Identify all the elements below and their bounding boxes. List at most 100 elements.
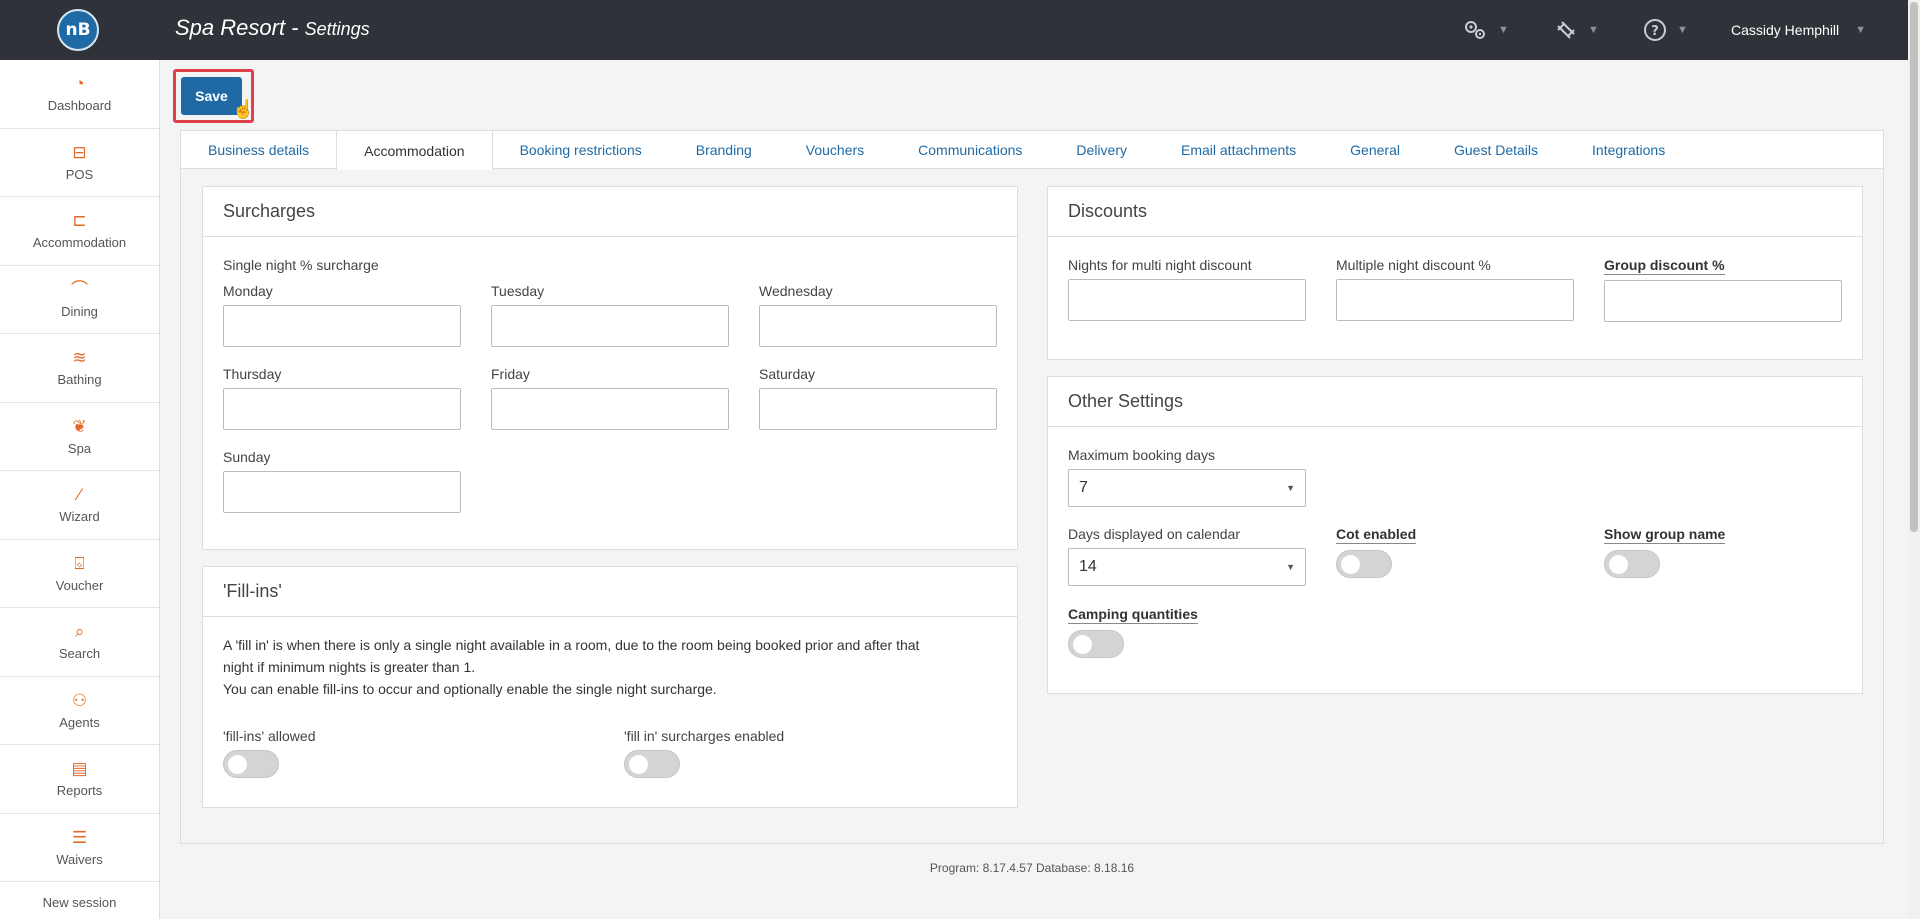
single-night-surcharge-label: Single night % surcharge [223,257,379,273]
sidebar-item-dashboard[interactable]: ◔ Dashboard [0,60,159,129]
tab-branding[interactable]: Branding [669,131,779,169]
show-group-name-label: Show group name [1604,526,1726,544]
other-settings-title: Other Settings [1048,377,1862,427]
sidebar-item-agents[interactable]: ⚇ Agents [0,677,159,745]
fillins-text-line: night if minimum nights is greater than … [223,659,476,675]
plugins-menu[interactable]: ▼ [1554,18,1599,42]
new-session-link[interactable]: New session [0,882,159,919]
agents-icon: ⚇ [71,690,88,710]
sunday-surcharge-input[interactable] [223,471,461,513]
sidebar-item-spa[interactable]: ❦ Spa [0,403,159,471]
gears-icon [1465,21,1485,39]
saturday-surcharge-input[interactable] [759,388,997,430]
sidebar-item-label: Wizard [59,509,100,525]
tuesday-label: Tuesday [491,283,545,299]
multi-night-discount-input[interactable] [1336,279,1574,321]
sidebar-item-waivers[interactable]: ☰ Waivers [0,814,159,882]
tab-integrations[interactable]: Integrations [1565,131,1692,169]
friday-label: Friday [491,366,530,382]
tab-business-details[interactable]: Business details [181,131,336,169]
sidebar-item-label: Dashboard [47,98,112,114]
sidebar-item-voucher[interactable]: ⌺ Voucher [0,540,159,608]
thursday-label: Thursday [223,366,282,382]
fillins-allowed-toggle[interactable] [223,750,279,778]
search-icon: ⌕ [74,622,85,642]
top-bar: nB Spa Resort - Settings ▼ ▼ ? ▼ Cassidy… [0,0,1908,60]
chevron-down-icon: ▼ [1498,24,1509,36]
sidebar-item-search[interactable]: ⌕ Search [0,608,159,677]
sidebar-item-label: Voucher [55,577,104,593]
cot-enabled-toggle[interactable] [1336,550,1392,578]
tab-bar: Business details Accommodation Booking r… [181,131,1883,170]
sidebar-item-wizard[interactable]: ⁄ Wizard [0,471,159,540]
sidebar-item-pos[interactable]: ⊟ POS [0,129,159,197]
cot-enabled-label: Cot enabled [1336,526,1417,544]
gift-icon: ⌺ [74,553,85,573]
multi-night-nights-input[interactable] [1068,279,1306,321]
dropdown-arrow-icon: ▼ [1286,483,1295,493]
help-menu[interactable]: ? ▼ [1643,18,1688,42]
wednesday-surcharge-input[interactable] [759,305,997,347]
thursday-surcharge-input[interactable] [223,388,461,430]
friday-surcharge-input[interactable] [491,388,729,430]
tab-general[interactable]: General [1323,131,1427,169]
tuesday-surcharge-input[interactable] [491,305,729,347]
sidebar-item-dining[interactable]: ⌒ Dining [0,266,159,334]
tab-vouchers[interactable]: Vouchers [779,131,891,169]
sidebar-item-label: Bathing [57,372,102,388]
sidebar-item-accommodation[interactable]: ⊏ Accommodation [0,197,159,266]
days-displayed-value: 14 [1079,558,1097,575]
sidebar-item-bathing[interactable]: ≋ Bathing [0,334,159,403]
tab-communications[interactable]: Communications [891,131,1049,169]
dashboard-icon: ◔ [74,74,85,94]
chevron-down-icon: ▼ [1855,24,1867,36]
toggle-knob [228,755,247,774]
page-scrollbar[interactable] [1908,0,1920,919]
discounts-title: Discounts [1048,187,1862,237]
tab-accommodation[interactable]: Accommodation [336,131,493,170]
app-logo[interactable]: nB [57,9,99,51]
camping-quantities-toggle[interactable] [1068,630,1124,658]
user-name: Cassidy Hemphill [1731,22,1840,38]
sidebar-item-label: POS [65,166,94,182]
sidebar-item-label: Search [58,646,101,662]
tab-email-attachments[interactable]: Email attachments [1154,131,1323,169]
monday-label: Monday [223,283,273,299]
dropdown-arrow-icon: ▼ [1286,562,1295,572]
sidebar-item-label: Dining [61,303,98,319]
sidebar-item-reports[interactable]: ▤ Reports [0,745,159,814]
group-discount-input[interactable] [1604,280,1842,322]
saturday-label: Saturday [759,366,816,382]
monday-surcharge-input[interactable] [223,305,461,347]
settings-menu[interactable]: ▼ [1462,18,1509,42]
tab-delivery[interactable]: Delivery [1049,131,1154,169]
dining-icon: ⌒ [71,279,88,299]
plugin-icon [1557,21,1575,39]
toggle-knob [1609,555,1628,574]
fillins-allowed-label: 'fill-ins' allowed [223,728,316,744]
max-booking-days-select[interactable]: 7 ▼ [1068,469,1306,507]
chevron-down-icon: ▼ [1588,24,1599,36]
fillins-text-line: A 'fill in' is when there is only a sing… [223,637,920,653]
discounts-panel: Discounts Nights for multi night discoun… [1047,186,1863,360]
show-group-name-toggle[interactable] [1604,550,1660,578]
camping-quantities-label: Camping quantities [1068,606,1198,624]
tab-booking-restrictions[interactable]: Booking restrictions [493,131,669,169]
user-menu[interactable]: Cassidy Hemphill ▼ [1731,22,1866,38]
app-name: Spa Resort - [175,15,305,40]
sidebar: ◔ Dashboard ⊟ POS ⊏ Accommodation ⌒ Dining ≋… [0,60,160,919]
toggle-knob [629,755,648,774]
max-booking-days-value: 7 [1079,479,1088,496]
max-booking-days-label: Maximum booking days [1068,447,1216,463]
sidebar-item-label: Agents [59,714,100,730]
scrollbar-thumb[interactable] [1910,2,1918,532]
days-displayed-select[interactable]: 14 ▼ [1068,548,1306,586]
bed-icon: ⊏ [72,211,87,231]
reports-icon: ▤ [71,759,88,779]
toggle-knob [1073,635,1092,654]
fillins-title: 'Fill-ins' [203,567,1017,617]
multi-night-discount-label: Multiple night discount % [1336,257,1491,273]
help-icon: ? [1644,19,1666,41]
tab-guest-details[interactable]: Guest Details [1427,131,1565,169]
fillin-surcharges-toggle[interactable] [624,750,680,778]
